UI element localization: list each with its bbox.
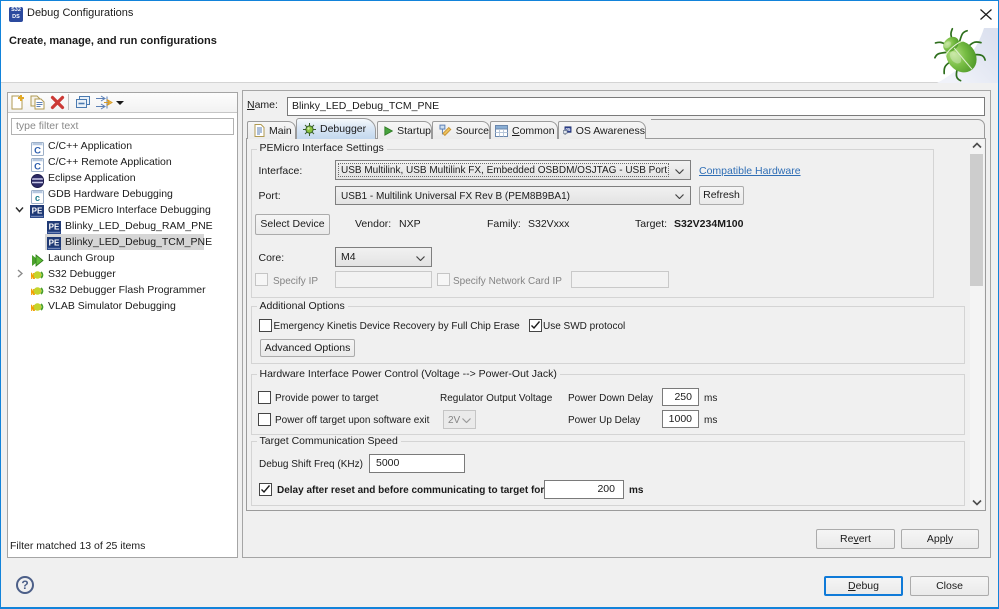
svg-text:C: C	[34, 162, 41, 173]
svg-text:PE: PE	[32, 207, 43, 216]
svg-text:c: c	[35, 193, 40, 203]
svg-text:PE: PE	[49, 239, 60, 248]
svg-text:C: C	[34, 146, 41, 157]
svg-text:PE: PE	[49, 223, 60, 232]
